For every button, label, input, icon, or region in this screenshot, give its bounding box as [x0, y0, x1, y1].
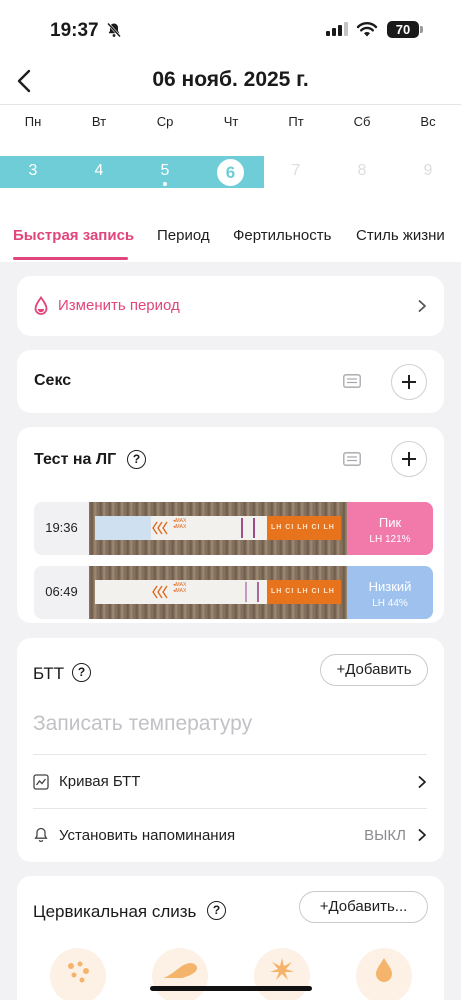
lh-title: Тест на ЛГ: [34, 451, 117, 468]
date-4[interactable]: 4: [79, 162, 119, 180]
divider: [33, 808, 427, 809]
cellular-signal-icon: [326, 22, 348, 36]
mucus-creamy-icon[interactable]: [152, 948, 208, 1000]
tab-period[interactable]: Период: [157, 227, 210, 244]
plus-icon: +: [336, 661, 346, 678]
water-drop-icon: [376, 958, 392, 982]
mucus-title: Цервикальная слизь: [33, 902, 197, 921]
strip-label-band: LH CI LH CI LH CI: [267, 580, 341, 604]
edit-period-label: Изменить период: [58, 297, 180, 314]
strip-handle: [95, 516, 151, 540]
weekday-tue: Вт: [91, 114, 107, 129]
control-line: [241, 518, 243, 538]
weekday-thu: Чт: [223, 114, 239, 129]
lh-percent: LH 44%: [372, 598, 408, 609]
dots-icon: [68, 961, 89, 983]
lh-result-badge: Низкий LH 44%: [347, 566, 433, 619]
tab-active-indicator: [13, 257, 128, 260]
note-icon[interactable]: [343, 452, 361, 466]
divider: [33, 754, 427, 755]
wifi-icon: [356, 22, 378, 37]
battery-cap: [420, 26, 423, 33]
cream-icon: [163, 963, 198, 978]
strip-arrows-mark: [152, 521, 168, 535]
drop-icon: [34, 296, 48, 315]
bell-muted-icon: [107, 22, 121, 38]
strip-max-mark: ◂MAX ◂MAX: [173, 582, 187, 594]
sex-card: Секс: [17, 350, 444, 413]
weekday-wed: Ср: [156, 114, 174, 129]
help-icon[interactable]: ?: [207, 901, 226, 920]
sex-title: Секс: [34, 372, 72, 389]
mucus-sticky-icon[interactable]: [50, 948, 106, 1000]
lh-entry-time: 06:49: [45, 584, 78, 599]
strip-max-mark: ◂MAX ◂MAX: [173, 518, 187, 530]
chevron-right-icon[interactable]: [417, 828, 427, 842]
date-6-selected[interactable]: 6: [215, 157, 246, 188]
note-icon[interactable]: [343, 374, 361, 388]
add-bbt-label: Добавить: [345, 661, 412, 678]
date-3[interactable]: 3: [13, 162, 53, 180]
reminder-status: ВЫКЛ: [364, 827, 406, 844]
add-sex-button[interactable]: [391, 364, 427, 400]
test-line: [257, 582, 259, 602]
chevron-right-icon[interactable]: [417, 775, 427, 789]
tab-lifestyle[interactable]: Стиль жизни: [356, 227, 445, 244]
mucus-eggwhite-icon[interactable]: [254, 948, 310, 1000]
weekday-sat: Сб: [353, 114, 371, 129]
chevron-right-icon: [418, 300, 426, 312]
plus-icon: [402, 375, 416, 389]
splash-icon: [270, 958, 294, 980]
strip-label-band: LH CI LH CI LH CI: [267, 516, 341, 540]
date-8[interactable]: 8: [342, 162, 382, 180]
date-7[interactable]: 7: [276, 162, 316, 180]
chart-icon: [33, 774, 49, 790]
lh-entry-time: 19:36: [45, 520, 78, 535]
help-icon[interactable]: ?: [127, 450, 146, 469]
lh-strip-photo: ◂MAX◂MAX LH CI LH CI LH CI: [89, 566, 347, 619]
add-lh-test-button[interactable]: [391, 441, 427, 477]
record-dot: [163, 182, 167, 186]
tab-fertility[interactable]: Фертильность: [233, 227, 331, 244]
lh-strip-photo: ◂MAX◂MAX LH CI LH CI LH CI: [89, 502, 347, 555]
temperature-input[interactable]: [33, 712, 413, 736]
bbt-title: БТТ: [33, 664, 65, 683]
lh-level: Низкий: [368, 579, 412, 594]
add-mucus-button[interactable]: +Добавить...: [299, 891, 428, 923]
tab-quick-log[interactable]: Быстрая запись: [13, 227, 134, 244]
bell-icon: [34, 827, 48, 843]
add-bbt-button[interactable]: +Добавить: [320, 654, 428, 686]
date-5[interactable]: 5: [145, 162, 185, 180]
battery-indicator: 70: [387, 21, 419, 38]
weekday-mon: Пн: [24, 114, 42, 129]
mucus-watery-icon[interactable]: [356, 948, 412, 1000]
strip-arrows-mark: [152, 585, 168, 599]
test-line: [253, 518, 255, 538]
plus-icon: [402, 452, 416, 466]
weekday-sun: Вс: [420, 114, 436, 129]
control-line: [245, 582, 247, 602]
edit-period-card[interactable]: Изменить период: [17, 276, 444, 336]
lh-entry-row[interactable]: 06:49 ◂MAX◂MAX LH CI LH CI LH CI Низкий …: [34, 566, 433, 619]
lh-test-strip: ◂MAX◂MAX LH CI LH CI LH CI: [95, 580, 341, 604]
status-time: 19:37: [50, 20, 99, 41]
strip-handle: [95, 580, 151, 604]
help-icon[interactable]: ?: [72, 663, 91, 682]
page-title: 06 нояб. 2025 г.: [152, 68, 309, 91]
lh-entry-row[interactable]: 19:36 ◂MAX◂MAX LH CI LH CI LH CI Пик LH …: [34, 502, 433, 555]
header-divider: [0, 104, 461, 105]
lh-level: Пик: [378, 515, 402, 530]
add-mucus-label: Добавить...: [328, 898, 408, 915]
lh-result-badge: Пик LH 121%: [347, 502, 433, 555]
weekday-fri: Пт: [288, 114, 304, 129]
bbt-curve-label[interactable]: Кривая БТТ: [59, 773, 140, 790]
lh-test-strip: ◂MAX◂MAX LH CI LH CI LH CI: [95, 516, 341, 540]
date-9[interactable]: 9: [408, 162, 448, 180]
home-indicator[interactable]: [150, 986, 312, 991]
lh-percent: LH 121%: [369, 534, 411, 545]
reminder-label[interactable]: Установить напоминания: [59, 827, 235, 844]
